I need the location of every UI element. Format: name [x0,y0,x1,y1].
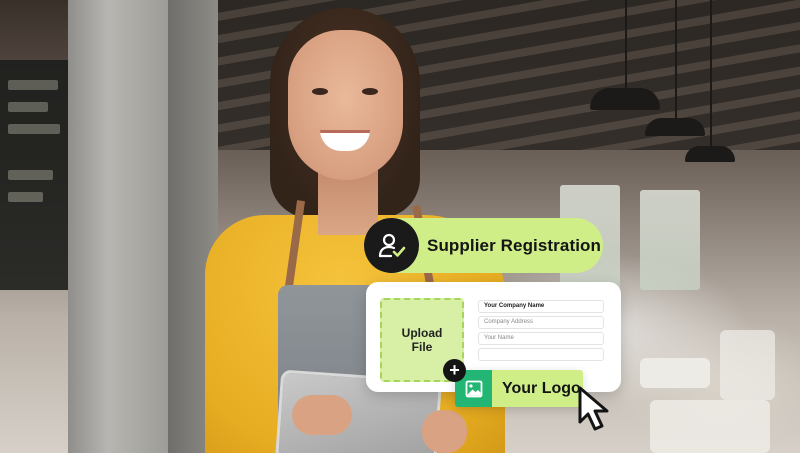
plus-icon: + [449,360,460,380]
door-frame [68,0,168,453]
pill-title: Supplier Registration [427,236,602,255]
cafe-chair [720,330,775,400]
chalk-text [8,80,58,90]
user-check-icon [364,218,419,273]
supplier-registration-pill[interactable]: Supplier Registration [364,218,603,273]
cafe-window [640,190,700,290]
your-name-field[interactable]: Your Name [478,332,604,345]
chalk-text [8,170,53,180]
mouse-pointer-icon [574,384,618,434]
chalk-text [8,192,43,202]
company-address-field[interactable]: Company Address [478,316,604,329]
lamp-cord [710,0,712,148]
eye [362,88,378,95]
pendant-lamp [590,88,660,110]
pendant-lamp [645,118,705,136]
company-name-field[interactable]: Your Company Name [478,300,604,313]
face [288,30,403,180]
lamp-cord [625,0,627,90]
upload-label-line1: Upload [401,326,443,340]
lamp-cord [675,0,677,120]
chalkboard-sign [0,60,70,290]
upload-label-line2: File [411,340,433,354]
chalk-text [8,124,60,134]
your-logo-chip[interactable]: Your Logo [455,370,583,407]
eye [312,88,328,95]
logo-label: Your Logo [502,380,581,397]
cafe-chair [640,358,710,388]
pendant-lamp [685,146,735,162]
cafe-table [650,400,770,453]
hand [422,410,467,453]
add-button[interactable]: + [443,359,466,382]
hand [292,395,352,435]
chalk-text [8,102,48,112]
smile [320,130,370,151]
extra-field[interactable] [478,348,604,361]
